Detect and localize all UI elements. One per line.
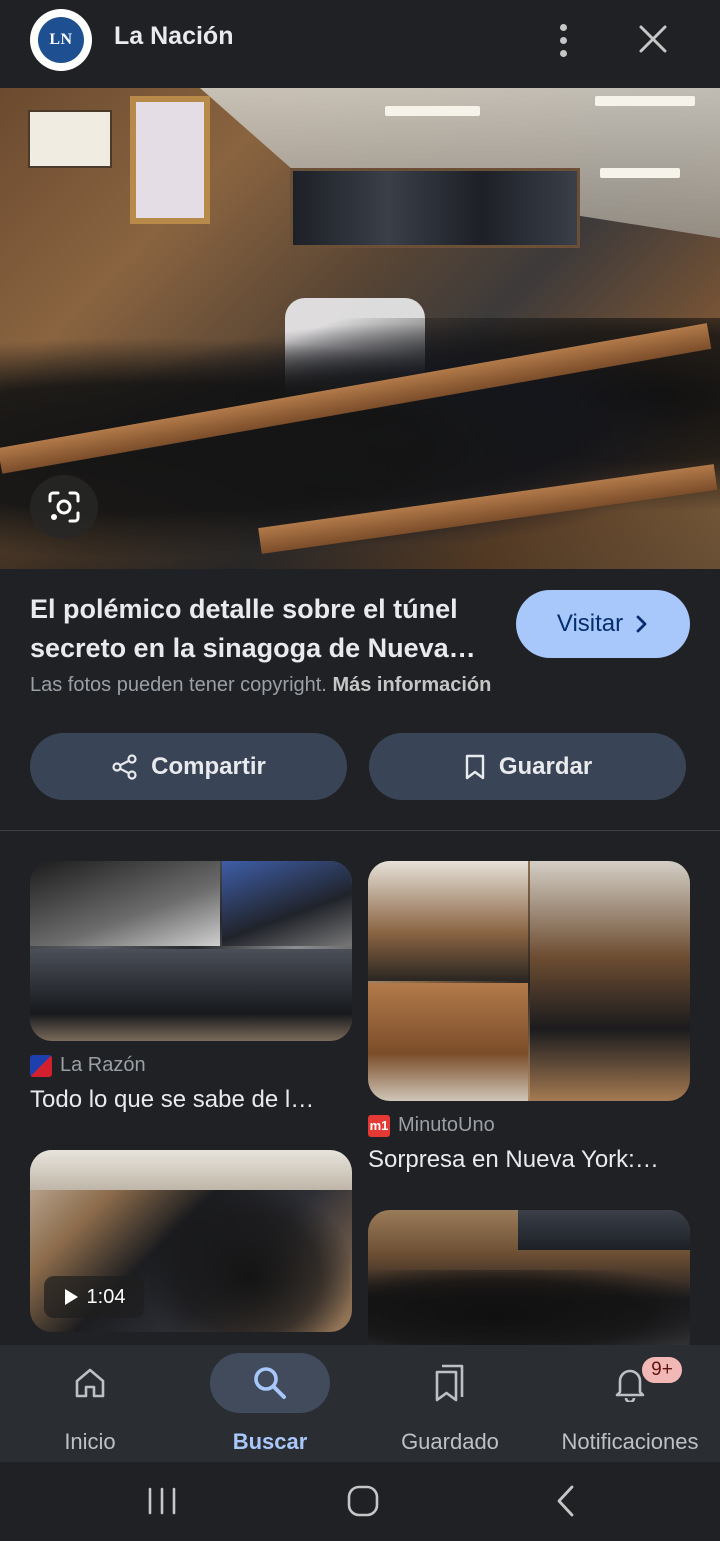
- play-icon: [64, 1289, 78, 1305]
- minutouno-favicon-icon: m1: [368, 1114, 390, 1137]
- more-vert-icon[interactable]: [546, 18, 580, 62]
- ceiling-light: [595, 96, 695, 106]
- site-logo[interactable]: LN: [30, 9, 92, 71]
- bookmark-icon: [465, 754, 485, 779]
- system-navigation-bar: [0, 1462, 720, 1541]
- result-image[interactable]: [368, 861, 690, 1101]
- close-icon[interactable]: [632, 18, 674, 60]
- home-circle-icon[interactable]: [333, 1476, 393, 1526]
- copyright-notice: Las fotos pueden tener copyright. Más in…: [30, 674, 491, 697]
- duration-text: 1:04: [86, 1285, 126, 1308]
- share-button[interactable]: Compartir: [30, 733, 347, 800]
- chevron-right-icon: [636, 615, 647, 633]
- image-title[interactable]: El polémico detalle sobre el túnel secre…: [30, 590, 500, 668]
- search-icon: [254, 1367, 286, 1399]
- google-lens-icon[interactable]: [30, 475, 98, 539]
- divider: [0, 830, 720, 831]
- ceiling-light: [385, 106, 480, 116]
- nav-item-notificaciones[interactable]: 9+ Notificaciones: [540, 1345, 720, 1462]
- result-image[interactable]: [368, 1210, 690, 1360]
- result-source: m1 MinutoUno: [368, 1114, 495, 1137]
- ceiling-light: [600, 168, 680, 178]
- copyright-text: Las fotos pueden tener copyright.: [30, 674, 327, 696]
- hero-image[interactable]: [0, 88, 720, 569]
- bottom-navigation: Inicio Buscar Guardado 9+ Notificaciones: [0, 1345, 720, 1462]
- result-title[interactable]: Sorpresa en Nueva York:…: [368, 1146, 678, 1174]
- notification-badge: 9+: [640, 1355, 684, 1385]
- save-label: Guardar: [498, 752, 593, 780]
- wall-plaque: [28, 110, 112, 168]
- top-bar: LN La Nación: [0, 0, 720, 88]
- logo-text: LN: [38, 17, 84, 63]
- la-razon-favicon-icon: [30, 1054, 52, 1077]
- result-image[interactable]: [30, 861, 352, 1041]
- share-label: Compartir: [151, 752, 266, 780]
- nav-label: Buscar: [232, 1429, 308, 1454]
- save-button[interactable]: Guardar: [369, 733, 686, 800]
- nav-item-inicio[interactable]: Inicio: [0, 1345, 180, 1462]
- bookmarks-icon: [435, 1364, 464, 1402]
- home-icon: [75, 1368, 105, 1398]
- result-source: La Razón: [30, 1054, 146, 1077]
- nav-item-buscar[interactable]: Buscar: [180, 1345, 360, 1462]
- recents-icon[interactable]: [132, 1476, 192, 1526]
- visit-button[interactable]: Visitar: [516, 590, 690, 658]
- nav-label: Inicio: [64, 1429, 116, 1454]
- visit-label: Visitar: [556, 610, 624, 637]
- nav-label: Guardado: [401, 1429, 499, 1454]
- share-icon: [112, 753, 137, 780]
- framed-sign: [130, 96, 210, 224]
- nav-label: Notificaciones: [561, 1429, 699, 1454]
- result-title[interactable]: Todo lo que se sabe de l…: [30, 1086, 340, 1114]
- nav-item-guardado[interactable]: Guardado: [360, 1345, 540, 1462]
- source-name: La Razón: [60, 1054, 146, 1076]
- more-info-link[interactable]: Más información: [332, 674, 491, 696]
- site-name: La Nación: [114, 22, 234, 50]
- video-duration: 1:04: [44, 1276, 144, 1318]
- windows: [290, 168, 580, 248]
- source-name: MinutoUno: [398, 1114, 495, 1136]
- back-icon[interactable]: [536, 1476, 596, 1526]
